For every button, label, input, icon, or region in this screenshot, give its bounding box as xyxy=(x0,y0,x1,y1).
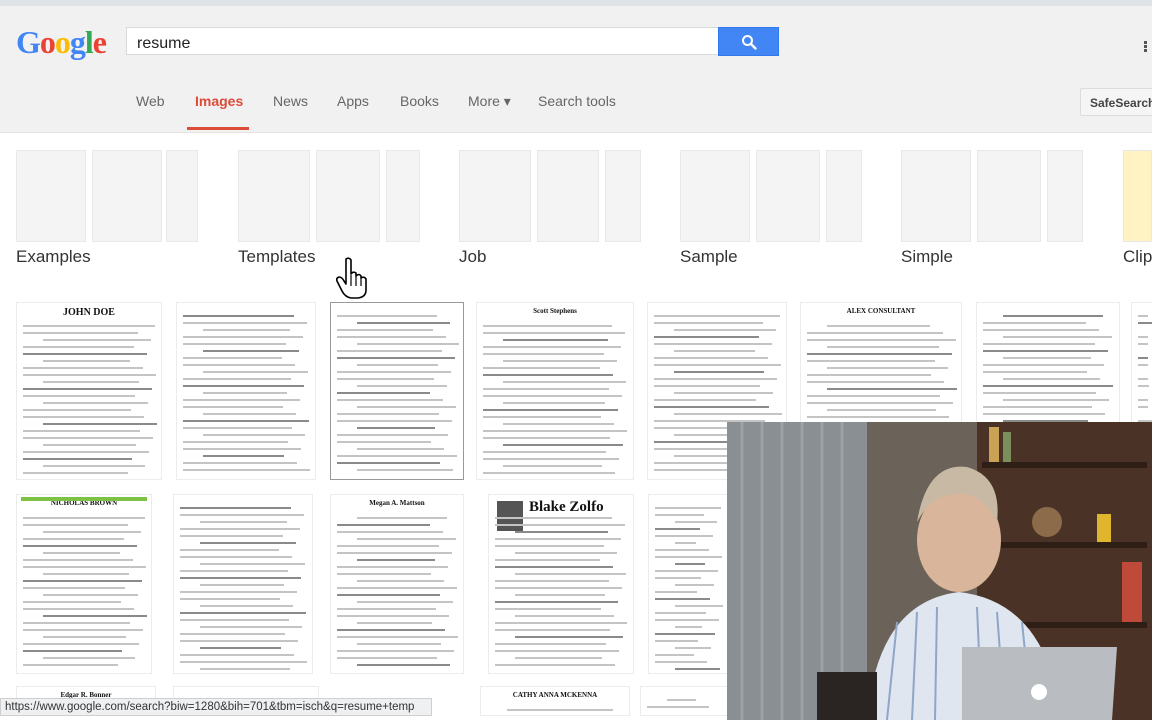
presenter-video-overlay xyxy=(727,422,1152,720)
tab-news[interactable]: News xyxy=(273,93,308,109)
logo-letter: o xyxy=(54,24,71,60)
category-sample[interactable]: Sample xyxy=(680,150,862,266)
search-icon xyxy=(741,34,757,50)
category-thumbnails xyxy=(16,150,198,242)
green-banner xyxy=(21,497,147,501)
category-label: Clip xyxy=(1123,247,1152,266)
tab-more[interactable]: More ▾ xyxy=(468,93,511,110)
search-tabs: Web Images News Apps Books More ▾ Search… xyxy=(0,72,1152,133)
image-result-thumbnail[interactable] xyxy=(648,494,728,674)
image-result-thumbnail[interactable] xyxy=(640,686,728,716)
category-examples[interactable]: Examples xyxy=(16,150,198,266)
resume-heading: Blake Zolfo xyxy=(529,499,604,515)
image-result-thumbnail[interactable]: CATHY ANNA MCKENNA xyxy=(480,686,630,716)
google-logo[interactable]: Google xyxy=(16,24,107,61)
resume-heading: Scott Stephens xyxy=(533,307,577,315)
search-input[interactable]: resume xyxy=(126,27,718,55)
image-result-thumbnail[interactable] xyxy=(173,494,313,674)
active-tab-indicator xyxy=(187,127,249,130)
search-header: Google resume xyxy=(0,6,1152,72)
resume-heading: ALEX CONSULTANT xyxy=(846,307,916,315)
logo-letter: e xyxy=(92,24,107,60)
category-label: Examples xyxy=(16,247,91,266)
status-bar-url: https://www.google.com/search?biw=1280&b… xyxy=(0,698,432,716)
logo-letter: g xyxy=(69,24,86,60)
category-thumbnails xyxy=(1123,150,1152,242)
category-simple[interactable]: Simple xyxy=(901,150,1083,266)
category-label: Simple xyxy=(901,247,953,266)
tab-web[interactable]: Web xyxy=(136,93,165,109)
image-result-thumbnail[interactable]: NICHOLAS BROWN xyxy=(16,494,152,674)
image-result-thumbnail[interactable] xyxy=(176,302,316,480)
category-thumbnails xyxy=(459,150,641,242)
image-result-thumbnail[interactable]: JOHN DOE xyxy=(16,302,162,480)
logo-letter: l xyxy=(84,24,94,60)
tab-search-tools[interactable]: Search tools xyxy=(538,93,616,109)
category-label: Templates xyxy=(238,247,316,266)
image-result-thumbnail[interactable]: Megan A. Mattson xyxy=(330,494,464,674)
hand-cursor-icon xyxy=(336,257,367,299)
logo-letter: o xyxy=(39,24,56,60)
category-label: Sample xyxy=(680,247,738,266)
logo-letter: G xyxy=(16,24,41,60)
category-templates[interactable]: Templates xyxy=(238,150,420,266)
tab-images[interactable]: Images xyxy=(195,93,243,109)
resume-heading: CATHY ANNA MCKENNA xyxy=(512,691,598,699)
apps-grid-icon[interactable] xyxy=(1144,41,1152,53)
tab-apps[interactable]: Apps xyxy=(337,93,369,109)
category-clip[interactable]: Clip xyxy=(1123,150,1152,266)
presenter-video xyxy=(727,422,1152,720)
image-result-thumbnail[interactable]: Scott Stephens xyxy=(476,302,634,480)
safesearch-button[interactable]: SafeSearch xyxy=(1080,88,1152,116)
resume-heading: JOHN DOE xyxy=(63,307,115,318)
category-job[interactable]: Job xyxy=(459,150,641,266)
image-result-thumbnail[interactable] xyxy=(330,302,464,480)
resume-photo xyxy=(497,501,523,531)
category-thumbnails xyxy=(901,150,1083,242)
category-label: Job xyxy=(459,247,487,266)
tab-books[interactable]: Books xyxy=(400,93,439,109)
category-thumbnails xyxy=(238,150,420,242)
search-button[interactable] xyxy=(718,27,779,56)
image-result-thumbnail[interactable]: Blake Zolfo xyxy=(488,494,634,674)
category-thumbnails xyxy=(680,150,862,242)
resume-heading: Megan A. Mattson xyxy=(369,499,425,507)
